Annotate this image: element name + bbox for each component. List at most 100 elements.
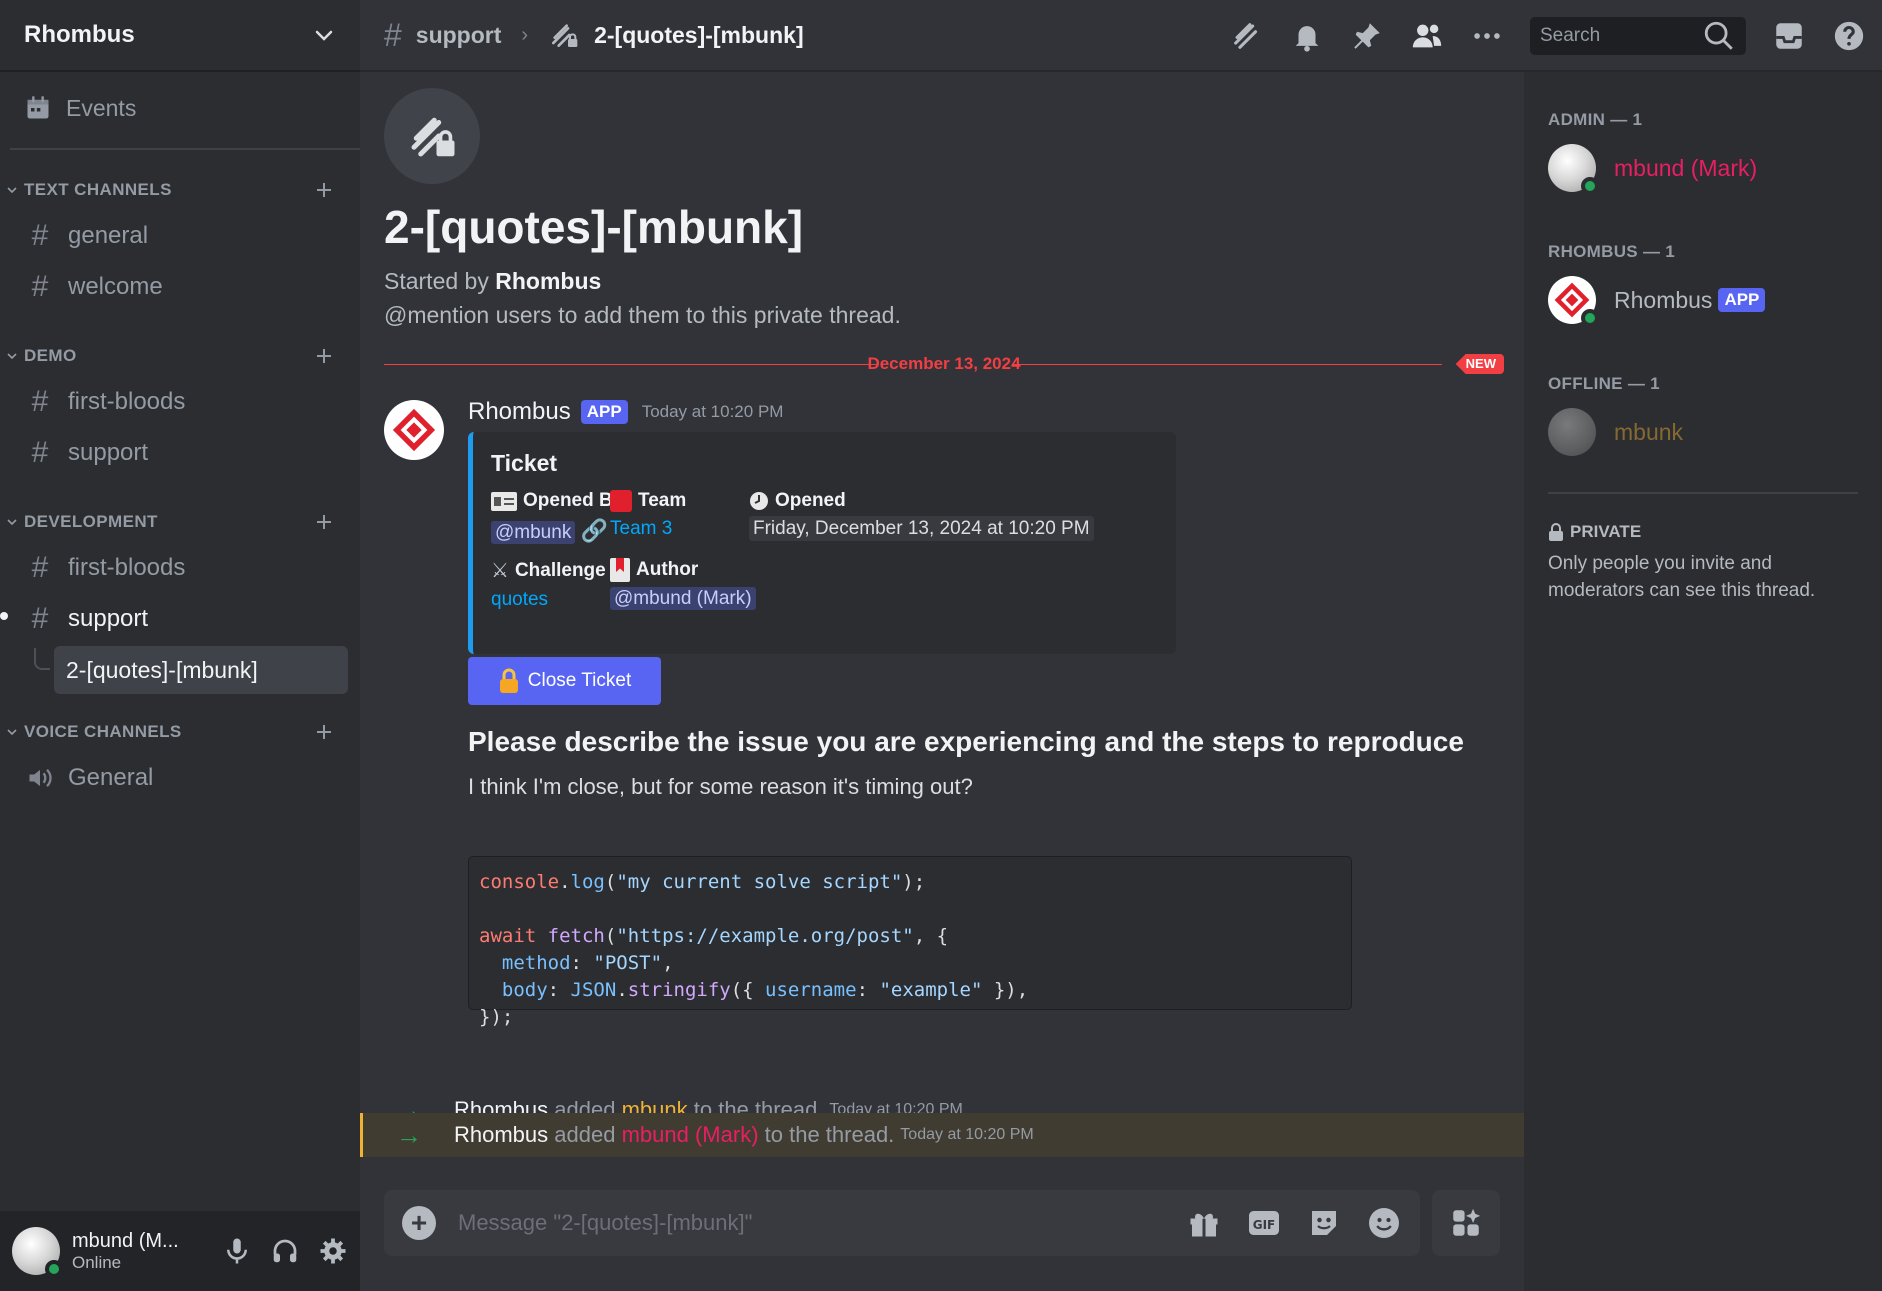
started-by-user[interactable]: Rhombus (495, 268, 601, 294)
member-item[interactable]: mbund (Mark) (1548, 138, 1858, 198)
join-arrow-icon: → (396, 1119, 422, 1150)
bookmark-icon (610, 558, 630, 582)
message-input[interactable]: Message "2-[quotes]-[mbunk]" (458, 1210, 1186, 1236)
field-challenge: ⚔ Challenge quotes (491, 558, 606, 611)
breadcrumb-thread[interactable]: 2-[quotes]-[mbunk] (594, 22, 804, 49)
category-label: TEXT CHANNELS (24, 180, 172, 199)
online-status-dot (45, 1260, 63, 1278)
category-development[interactable]: DEVELOPMENT (0, 502, 360, 542)
hash-thread-icon: # (384, 16, 402, 53)
thread-item-active[interactable]: 2-[quotes]-[mbunk] (54, 646, 348, 694)
threads-icon[interactable] (1230, 19, 1264, 53)
apps-button[interactable] (1432, 1190, 1500, 1256)
message-author[interactable]: Rhombus (468, 398, 571, 426)
category-demo[interactable]: DEMO (0, 336, 360, 376)
channel-general[interactable]: # general (14, 211, 350, 261)
bot-avatar[interactable] (384, 400, 444, 460)
gif-icon[interactable]: GIF (1246, 1205, 1282, 1241)
challenge-link[interactable]: quotes (491, 589, 548, 610)
member-item[interactable]: Rhombus APP (1548, 270, 1858, 330)
sys-actor[interactable]: Rhombus (454, 1122, 548, 1148)
description-body: I think I'm close, but for some reason i… (468, 774, 973, 799)
voice-channel-general[interactable]: General (14, 753, 350, 803)
member-name: mbund (Mark) (1614, 154, 1758, 181)
chat-area: 2-[quotes]-[mbunk] Started by Rhombus @m… (360, 72, 1524, 1291)
close-ticket-button[interactable]: Close Ticket (468, 657, 661, 705)
description-heading: Please describe the issue you are experi… (468, 726, 1464, 757)
chevron-down-icon (7, 729, 17, 736)
member-item-offline[interactable]: mbunk (1548, 402, 1858, 462)
divider (10, 148, 360, 150)
bell-icon[interactable] (1290, 19, 1324, 53)
unread-indicator (0, 612, 8, 620)
events-item[interactable]: Events (10, 82, 350, 134)
private-thread-icon (552, 24, 578, 47)
embed-title: Ticket (491, 450, 558, 476)
inbox-icon[interactable] (1772, 19, 1806, 53)
app-badge: APP (580, 400, 628, 424)
channel-first-bloods-dev[interactable]: # first-bloods (14, 543, 350, 593)
member-category-admin: ADMIN — 1 (1548, 110, 1643, 129)
help-icon[interactable] (1832, 19, 1866, 53)
category-label: DEMO (24, 346, 77, 365)
online-status-dot (1581, 177, 1599, 195)
channel-first-bloods[interactable]: # first-bloods (14, 377, 350, 427)
add-channel-icon[interactable] (314, 180, 334, 200)
team-link[interactable]: Team 3 (610, 518, 672, 539)
events-label: Events (66, 94, 137, 121)
search-input[interactable]: Search (1530, 17, 1746, 55)
gear-icon[interactable] (318, 1236, 348, 1266)
sys-tail: to the thread. (764, 1122, 895, 1147)
divider (1548, 492, 1858, 494)
gift-icon[interactable] (1186, 1205, 1222, 1241)
sys-target[interactable]: mbund (Mark) (622, 1122, 759, 1148)
breadcrumb: # support › 2-[quotes]-[mbunk] (384, 17, 804, 54)
thread-label: 2-[quotes]-[mbunk] (66, 656, 258, 683)
member-list: ADMIN — 1 mbund (Mark) RHOMBUS — 1 Rhomb… (1524, 72, 1882, 1291)
add-channel-icon[interactable] (314, 512, 334, 532)
headphones-icon[interactable] (270, 1236, 300, 1266)
channel-support[interactable]: # support (14, 428, 350, 478)
more-options-icon[interactable] (1470, 19, 1504, 53)
server-header[interactable]: Rhombus (0, 0, 360, 72)
channel-label: first-bloods (68, 554, 186, 581)
sticker-icon[interactable] (1306, 1205, 1342, 1241)
hash-thread-icon: # (31, 551, 49, 584)
field-team: Team Team 3 (610, 490, 686, 540)
add-channel-icon[interactable] (314, 346, 334, 366)
sys-time: Today at 10:20 PM (900, 1126, 1034, 1143)
link-icon: 🔗 (580, 518, 609, 543)
user-name: mbund (M... (72, 1229, 179, 1252)
channel-support-dev[interactable]: # support (0, 594, 350, 644)
avatar[interactable] (12, 1227, 63, 1278)
pin-icon[interactable] (1350, 19, 1384, 53)
add-attachment-button[interactable]: + (402, 1206, 436, 1240)
message-timestamp: Today at 10:20 PM (641, 402, 784, 421)
field-name: Author (636, 559, 699, 580)
channel-label: first-bloods (68, 388, 186, 415)
svg-text:GIF: GIF (1253, 1218, 1276, 1232)
apps-icon (1453, 1208, 1481, 1236)
microphone-icon[interactable] (222, 1236, 252, 1266)
message-composer: + Message "2-[quotes]-[mbunk]" GIF (384, 1190, 1420, 1256)
members-icon[interactable] (1410, 19, 1444, 53)
member-category-offline: OFFLINE — 1 (1548, 374, 1660, 393)
channel-label: general (68, 222, 149, 249)
mention-mbunk[interactable]: @mbunk (491, 521, 576, 544)
breadcrumb-separator-icon: › (521, 23, 529, 46)
hash-icon: # (31, 270, 49, 303)
member-name: mbunk (1614, 418, 1684, 445)
user-info[interactable]: mbund (M... Online (72, 1230, 222, 1273)
channel-welcome[interactable]: # welcome (14, 262, 350, 312)
breadcrumb-parent-channel[interactable]: support (416, 22, 502, 49)
chevron-down-icon (315, 30, 333, 41)
mention-mbund[interactable]: @mbund (Mark) (610, 587, 756, 610)
field-name: Challenge (514, 559, 606, 581)
server-name: Rhombus (24, 21, 135, 48)
category-label: DEVELOPMENT (24, 512, 158, 531)
emoji-icon[interactable] (1366, 1205, 1402, 1241)
category-voice-channels[interactable]: VOICE CHANNELS (0, 712, 360, 752)
add-channel-icon[interactable] (314, 722, 334, 742)
category-text-channels[interactable]: TEXT CHANNELS (0, 170, 360, 210)
thread-title: 2-[quotes]-[mbunk] (384, 201, 804, 253)
